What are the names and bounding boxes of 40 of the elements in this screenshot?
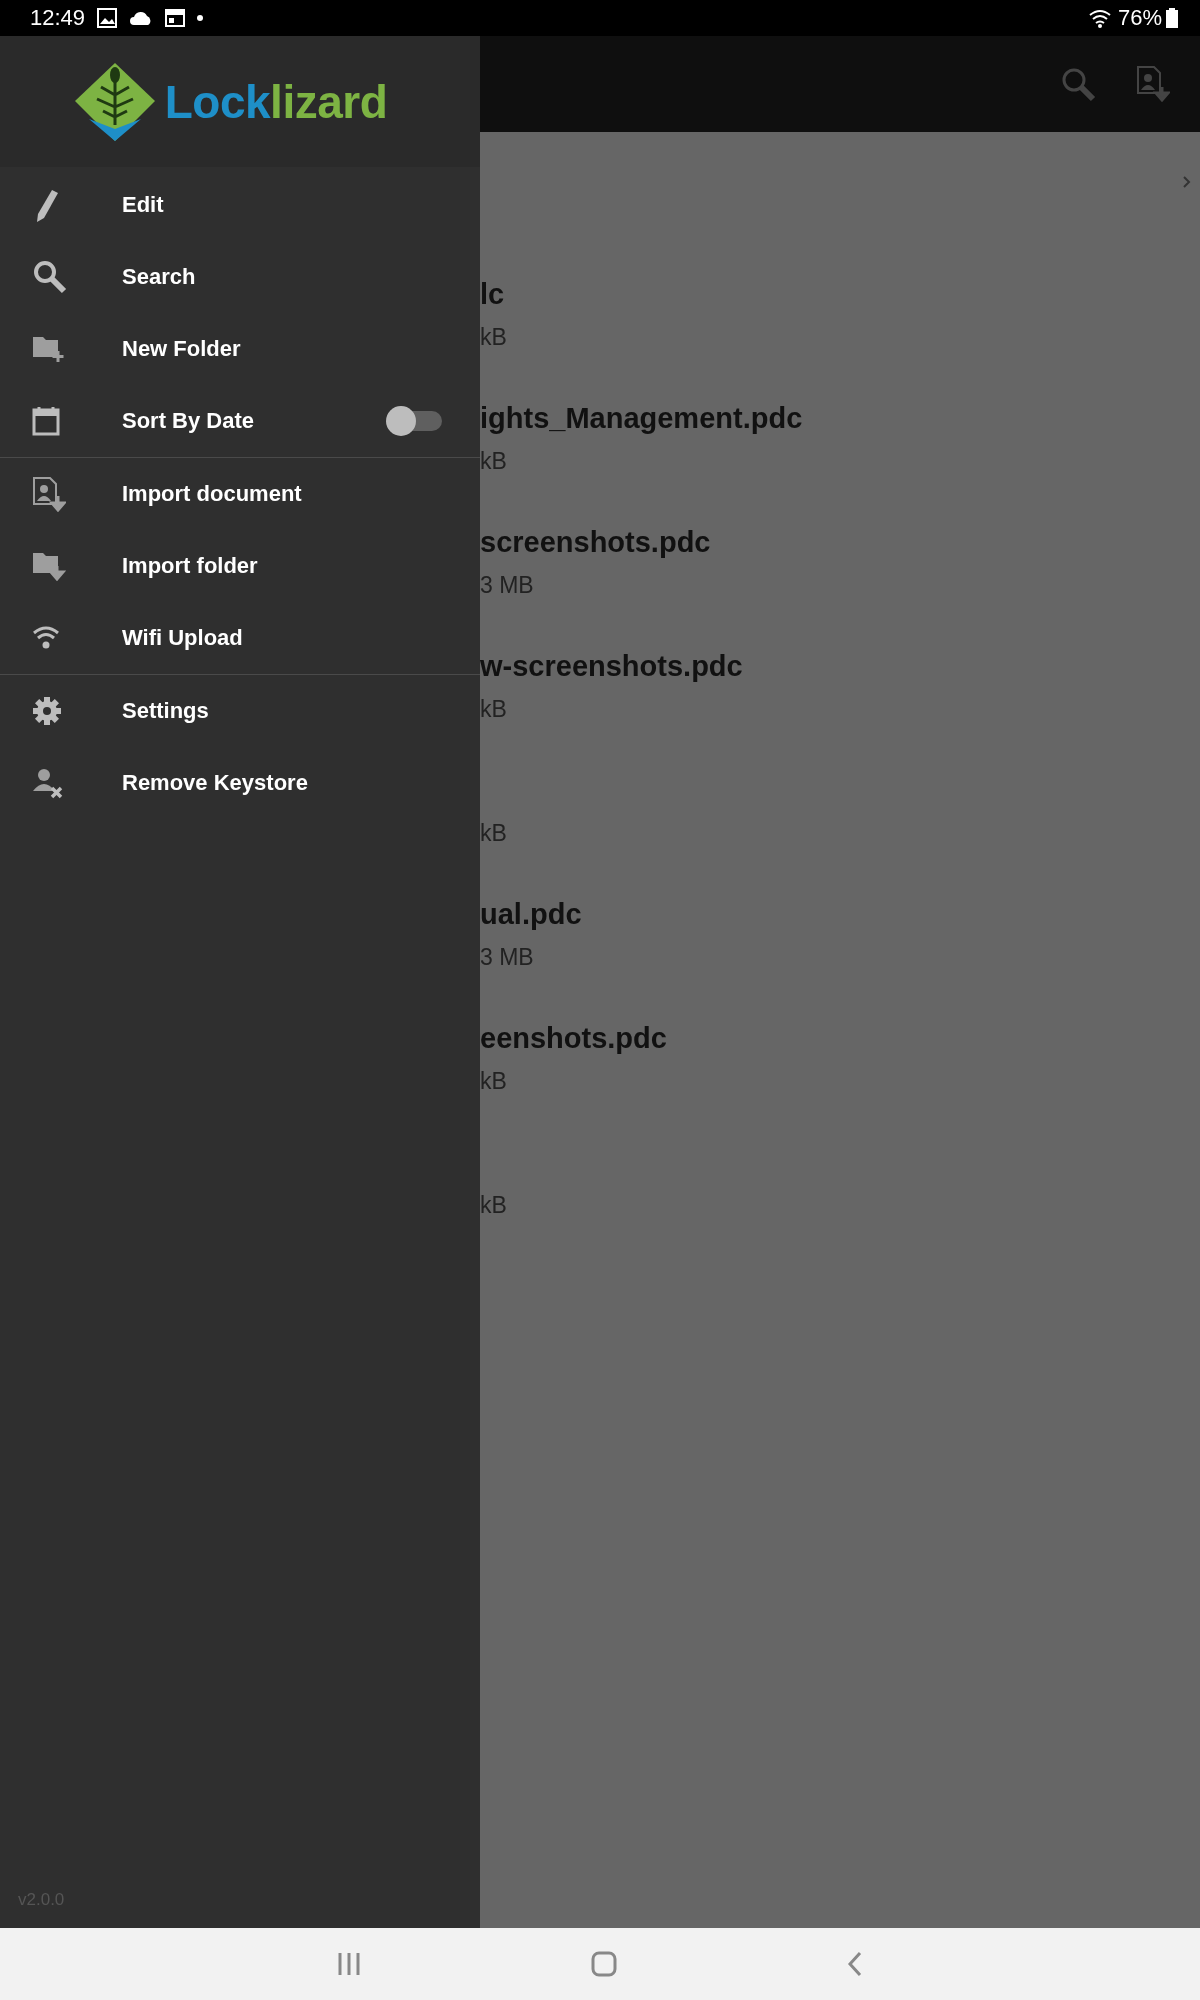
calendar-icon [165,8,186,28]
battery-percent: 76% [1117,5,1162,31]
file-size: 3 MB [480,943,534,972]
remove-user-icon [32,767,64,799]
logo-text: Locklizard [164,74,388,129]
dot-icon [197,15,204,21]
home-icon[interactable] [591,1951,617,1977]
clock: 12:49 [30,5,86,31]
search-icon [32,259,68,295]
document-import-icon [32,476,66,512]
file-size: kB [480,695,507,724]
chevron-right-icon[interactable] [1182,175,1192,189]
image-icon [97,8,118,28]
back-icon[interactable] [847,1951,863,1977]
folder-import-icon [32,551,66,581]
file-size: kB [480,447,507,476]
settings-icon [32,696,62,726]
folder-plus-icon [32,335,66,363]
document-import-icon[interactable] [1136,65,1170,103]
wifi-icon [1087,8,1112,28]
menu-item[interactable]: New Folder [0,313,480,385]
file-size: 3 MB [480,571,534,600]
menu-item[interactable]: Search [0,241,480,313]
menu-item[interactable]: Wifi Upload [0,602,480,674]
file-size: kB [480,819,507,848]
toggle-switch[interactable] [386,406,442,436]
file-size: kB [480,1067,507,1096]
battery-icon [1166,8,1178,28]
recent-apps-icon[interactable] [337,1952,361,1976]
menu-item[interactable]: Edit [0,169,480,241]
menu-item-label[interactable]: Sort By Date [122,408,386,434]
menu-item[interactable]: Remove Keystore [0,747,480,819]
search-icon[interactable] [1060,66,1096,102]
calendar-icon [32,406,60,436]
menu-item[interactable]: Import document [0,458,480,530]
file-size: kB [480,323,507,352]
menu-item[interactable]: Import folder [0,530,480,602]
file-size: kB [480,1191,507,1220]
wifi-icon [32,625,60,651]
menu-item[interactable]: Settings [0,675,480,747]
